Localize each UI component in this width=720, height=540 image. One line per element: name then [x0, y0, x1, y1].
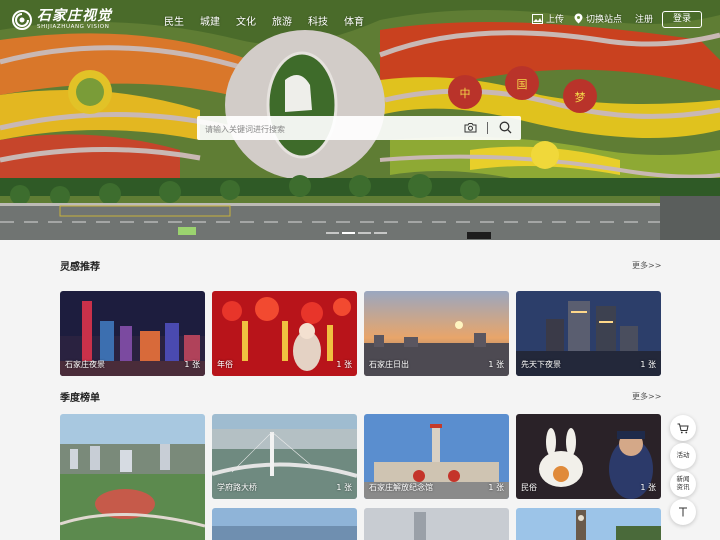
back-to-top-icon [679, 507, 687, 517]
carousel-dot[interactable] [326, 232, 339, 234]
register-label: 注册 [635, 15, 654, 25]
card-caption: 石家庄夜景 [65, 360, 105, 369]
nav-item-minsheng[interactable]: 民生 [164, 13, 184, 28]
logo-icon [12, 10, 32, 30]
switch-site-label: 切换站点 [586, 15, 623, 25]
inspiration-section-title: 灵感推荐 [60, 262, 100, 273]
back-to-top-button[interactable] [670, 499, 696, 525]
inspiration-more-link[interactable]: 更多>> [632, 260, 661, 271]
card-count: 1 张 [184, 360, 200, 369]
nav-item-lvyou[interactable]: 旅游 [272, 13, 292, 28]
inspiration-card-3[interactable]: 石家庄日出 1 张 [364, 291, 509, 376]
cart-icon [677, 423, 689, 433]
logo-name-cn: 石家庄视觉 [37, 8, 112, 25]
carousel-dot[interactable] [374, 232, 387, 234]
card-image-snow-city [364, 508, 509, 540]
card-caption: 石家庄解放纪念馆 [369, 483, 433, 492]
search-icon[interactable] [499, 121, 512, 134]
activity-button[interactable]: 活动 [670, 443, 696, 469]
card-count: 1 张 [640, 360, 656, 369]
login-button[interactable]: 登录 [662, 11, 702, 28]
card-caption: 学府路大桥 [217, 483, 257, 492]
carousel-indicators [326, 232, 390, 234]
image-upload-icon [532, 13, 543, 24]
card-count: 1 张 [488, 360, 504, 369]
nav-item-tiyu[interactable]: 体育 [344, 13, 364, 28]
card-caption: 石家庄日出 [369, 360, 409, 369]
season-more-link[interactable]: 更多>> [632, 391, 661, 402]
season-card-3[interactable]: 石家庄解放纪念馆 1 张 [364, 414, 509, 499]
inspiration-card-4[interactable]: 先天下夜景 1 张 [516, 291, 661, 376]
search-input[interactable] [203, 120, 457, 138]
top-navigation-bar: 石家庄视觉 SHIJIAZHUANG VISION 民生 城建 文化 旅游 科技… [0, 0, 720, 36]
location-icon [574, 13, 583, 24]
cart-button[interactable] [670, 415, 696, 441]
inspiration-card-1[interactable]: 石家庄夜景 1 张 [60, 291, 205, 376]
flower-char-guo: 国 [517, 78, 528, 91]
season-section-title: 季度榜单 [60, 393, 100, 404]
season-card-4[interactable]: 民俗 1 张 [516, 414, 661, 499]
flower-char-meng: 梦 [575, 91, 586, 104]
card-caption: 民俗 [521, 483, 537, 492]
search-bar [197, 116, 521, 140]
site-logo[interactable]: 石家庄视觉 SHIJIAZHUANG VISION [12, 9, 112, 31]
carousel-dot-active[interactable] [342, 232, 355, 234]
hero-banner: 中 国 梦 石家庄视觉 SHIJIAZHUANG VISION 民生 城建 文化… [0, 0, 720, 240]
logo-name-en: SHIJIAZHUANG VISION [37, 24, 110, 31]
flower-char-zhong: 中 [460, 87, 471, 100]
card-caption: 先天下夜景 [521, 360, 561, 369]
news-label: 新闻资讯 [676, 475, 690, 491]
upload-button[interactable]: 上传 [532, 12, 564, 25]
card-count: 1 张 [488, 483, 504, 492]
register-link[interactable]: 注册 [635, 12, 653, 25]
carousel-dot[interactable] [358, 232, 371, 234]
upload-label: 上传 [546, 15, 565, 25]
search-divider [487, 122, 488, 134]
activity-label: 活动 [676, 451, 690, 460]
card-image-landscape [212, 508, 357, 540]
nav-item-wenhua[interactable]: 文化 [236, 13, 256, 28]
switch-site-button[interactable]: 切换站点 [574, 12, 622, 25]
season-card-7[interactable] [516, 508, 661, 540]
card-count: 1 张 [336, 483, 352, 492]
card-count: 1 张 [640, 483, 656, 492]
season-card-2[interactable]: 学府路大桥 1 张 [212, 414, 357, 499]
card-caption: 年俗 [217, 360, 233, 369]
card-image-city-aerial [60, 414, 205, 540]
season-card-5[interactable] [212, 508, 357, 540]
card-image-clock-tower [516, 508, 661, 540]
season-card-1[interactable] [60, 414, 205, 540]
nav-item-keji[interactable]: 科技 [308, 13, 328, 28]
camera-search-icon[interactable] [464, 122, 477, 133]
news-button[interactable]: 新闻资讯 [670, 471, 696, 497]
inspiration-card-2[interactable]: 年俗 1 张 [212, 291, 357, 376]
season-card-6[interactable] [364, 508, 509, 540]
card-count: 1 张 [336, 360, 352, 369]
nav-item-chengjian[interactable]: 城建 [200, 13, 220, 28]
main-nav: 民生 城建 文化 旅游 科技 体育 [164, 13, 380, 28]
